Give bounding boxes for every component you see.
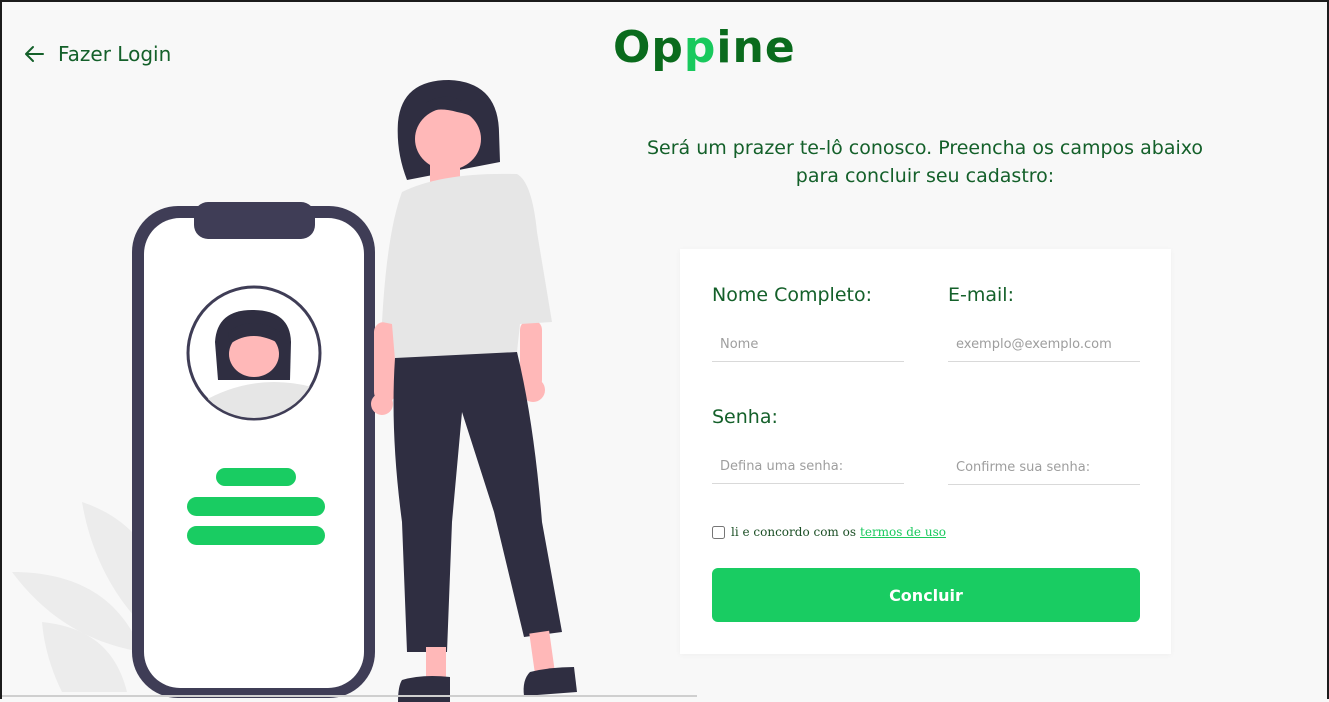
terms-link[interactable]: termos de uso <box>860 525 946 539</box>
email-input[interactable] <box>948 328 1140 362</box>
submit-button[interactable]: Concluir <box>712 568 1140 622</box>
password-label: Senha: <box>712 406 778 428</box>
email-label: E-mail: <box>948 284 1014 306</box>
intro-text: Será um prazer te-lô conosco. Preencha o… <box>646 137 1204 187</box>
woman-illustration <box>371 80 577 702</box>
signup-form-card: Nome Completo: E-mail: Senha: li e conco… <box>680 249 1171 654</box>
page-divider <box>2 695 697 697</box>
name-label: Nome Completo: <box>712 284 872 306</box>
phone-illustration <box>132 202 375 698</box>
terms-agreement: li e concordo com os termos de uso <box>712 525 946 539</box>
name-input[interactable] <box>712 328 904 362</box>
terms-checkbox[interactable] <box>712 525 725 539</box>
password-input[interactable] <box>712 450 904 484</box>
signup-illustration <box>12 80 577 702</box>
terms-text: li e concordo com os <box>731 525 857 539</box>
back-to-login-link[interactable]: Fazer Login <box>24 42 171 66</box>
brand-logo: Oppine <box>613 22 796 73</box>
confirm-password-input[interactable] <box>948 451 1140 485</box>
back-to-login-label: Fazer Login <box>58 42 172 66</box>
arrow-left-icon <box>25 46 44 62</box>
